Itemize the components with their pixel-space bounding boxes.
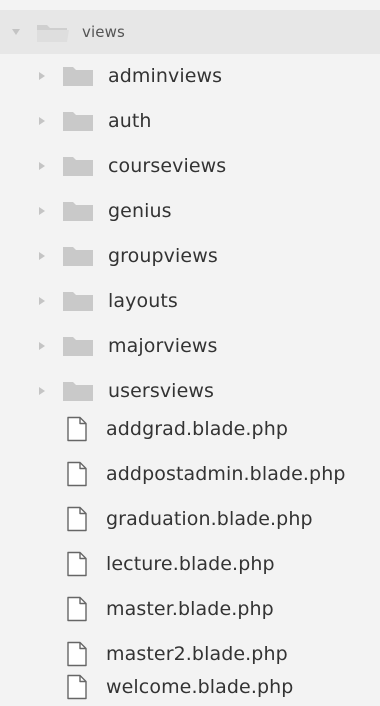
file-explorer-tree: views adminviews auth courseviews genius…: [0, 0, 380, 706]
tree-file-graduation[interactable]: graduation.blade.php: [0, 496, 380, 541]
tree-folder-layouts[interactable]: layouts: [0, 278, 380, 323]
file-label: welcome.blade.php: [106, 676, 294, 698]
tree-root-views[interactable]: views: [0, 10, 380, 54]
folder-label: majorviews: [108, 334, 218, 357]
folder-icon: [63, 201, 93, 221]
chevron-right-icon[interactable]: [36, 385, 48, 397]
tree-folder-majorviews[interactable]: majorviews: [0, 323, 380, 368]
tree-file-master[interactable]: master.blade.php: [0, 586, 380, 631]
tree-folder-adminviews[interactable]: adminviews: [0, 53, 380, 98]
tree-folder-courseviews[interactable]: courseviews: [0, 143, 380, 188]
chevron-down-icon[interactable]: [10, 26, 22, 38]
tree-file-addpostadmin[interactable]: addpostadmin.blade.php: [0, 451, 380, 496]
file-icon: [67, 641, 87, 666]
chevron-right-icon[interactable]: [36, 115, 48, 127]
folder-open-icon: [37, 25, 69, 42]
folder-label: layouts: [108, 289, 178, 312]
tree-root-label: views: [82, 23, 125, 41]
chevron-right-icon[interactable]: [36, 70, 48, 82]
chevron-right-icon[interactable]: [36, 250, 48, 262]
file-icon: [67, 551, 87, 576]
chevron-right-icon[interactable]: [36, 340, 48, 352]
folder-icon: [63, 156, 93, 176]
file-label: master.blade.php: [106, 597, 274, 620]
file-icon: [67, 461, 87, 486]
folder-label: usersviews: [108, 379, 214, 402]
file-icon: [67, 674, 87, 700]
folder-label: groupviews: [108, 244, 218, 267]
file-icon: [67, 506, 87, 531]
folder-icon: [63, 111, 93, 131]
tree-folder-auth[interactable]: auth: [0, 98, 380, 143]
tree-folder-genius[interactable]: genius: [0, 188, 380, 233]
file-label: graduation.blade.php: [106, 507, 313, 530]
chevron-right-icon[interactable]: [36, 160, 48, 172]
tree-folder-groupviews[interactable]: groupviews: [0, 233, 380, 278]
file-label: addgrad.blade.php: [106, 417, 289, 440]
file-label: master2.blade.php: [106, 642, 288, 665]
folder-label: adminviews: [108, 64, 223, 87]
folder-label: courseviews: [108, 154, 227, 177]
folder-icon: [63, 336, 93, 356]
folder-icon: [63, 381, 93, 401]
chevron-right-icon[interactable]: [36, 295, 48, 307]
file-label: addpostadmin.blade.php: [106, 462, 346, 485]
file-icon: [67, 596, 87, 621]
chevron-right-icon[interactable]: [36, 205, 48, 217]
folder-icon: [63, 291, 93, 311]
folder-icon: [63, 246, 93, 266]
tree-file-addgrad[interactable]: addgrad.blade.php: [0, 406, 380, 451]
folder-icon: [63, 66, 93, 86]
file-icon: [67, 416, 87, 441]
file-label: lecture.blade.php: [106, 552, 275, 575]
folder-label: auth: [108, 109, 152, 132]
tree-file-lecture[interactable]: lecture.blade.php: [0, 541, 380, 586]
tree-file-welcome[interactable]: welcome.blade.php: [0, 668, 380, 706]
folder-label: genius: [108, 199, 172, 222]
